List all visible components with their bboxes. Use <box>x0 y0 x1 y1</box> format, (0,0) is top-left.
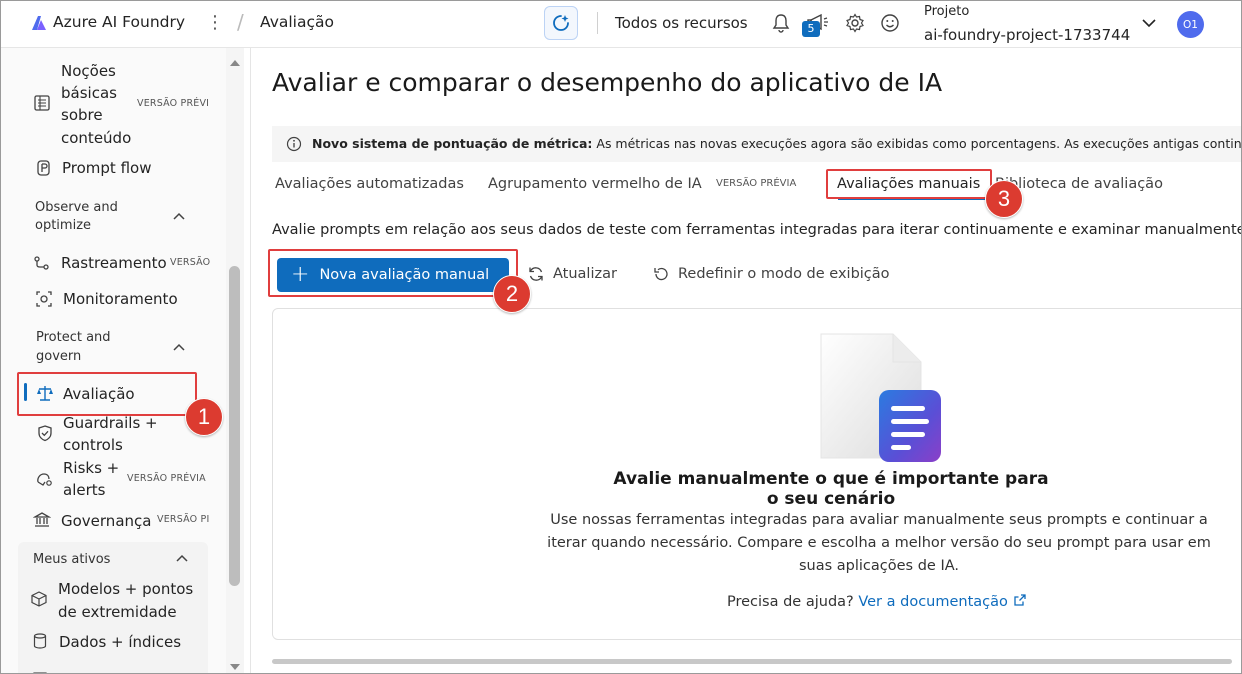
governance-icon <box>33 512 51 527</box>
group-title: optimize <box>35 218 92 233</box>
document-illustration-icon <box>820 333 941 462</box>
highlight-evaluation-nav <box>17 372 197 416</box>
sidebar-item-label: Modelos + pontos <box>58 580 194 598</box>
preview-badge: VERSÃO PRÉVI <box>137 98 210 109</box>
risk-icon <box>37 473 52 486</box>
copilot-icon <box>553 15 569 31</box>
sidebar-item-label: Prompt flow <box>62 159 152 177</box>
chevron-up-icon[interactable] <box>171 339 187 355</box>
scroll-up-arrow-icon[interactable] <box>230 60 240 66</box>
sidebar-item-label: Risks + <box>63 459 120 477</box>
project-name[interactable]: ai-foundry-project-1733744 <box>924 26 1130 44</box>
sidebar-scroll-thumb[interactable] <box>229 266 240 586</box>
page-title: Avaliar e comparar o desempenho do aplic… <box>272 68 943 97</box>
info-banner-body: As métricas nas novas execuções agora sã… <box>592 136 1242 151</box>
sidebar-item-label: controls <box>63 436 123 454</box>
chevron-down-icon[interactable] <box>1140 14 1158 32</box>
step-marker-2: 2 <box>493 275 531 313</box>
brand-name[interactable]: Azure AI Foundry <box>53 13 185 31</box>
group-title: Meus ativos <box>33 552 111 567</box>
help-line: Precisa de ajuda? Ver a documentação <box>727 593 1027 610</box>
sidebar-item-label: Dados + índices <box>59 633 182 651</box>
tracing-icon <box>34 256 49 270</box>
azure-ai-foundry-logo-icon[interactable] <box>30 14 48 32</box>
empty-state-title: Avalie manualmente o que é importante pa… <box>613 469 1049 509</box>
step-marker-3: 3 <box>985 180 1023 218</box>
empty-state-body: Use nossas ferramentas integradas para a… <box>547 512 1211 574</box>
preview-badge: VERSÃO PRÉVIA <box>127 473 206 484</box>
cropped-icon <box>33 672 47 674</box>
sidebar-item-label: Noções <box>61 62 116 80</box>
page-description: Avalie prompts em relação aos seus dados… <box>272 222 1242 238</box>
info-icon <box>286 136 302 152</box>
all-resources-link[interactable]: Todos os recursos <box>615 14 748 32</box>
step-marker-1: 1 <box>185 398 223 436</box>
feedback-smiley-icon[interactable] <box>879 12 901 34</box>
sidebar-item-label: de extremidade <box>58 603 177 621</box>
sidebar-item-label: alerts <box>63 481 106 499</box>
cube-icon <box>31 591 47 607</box>
scroll-down-arrow-icon[interactable] <box>230 664 240 670</box>
breadcrumb-separator: / <box>237 10 244 34</box>
preview-badge: VERSÃO PRÉVIA <box>716 178 797 189</box>
monitor-icon <box>36 291 52 307</box>
help-text: Precisa de ajuda? <box>727 594 854 610</box>
sidebar-item-label: Governança <box>61 512 152 530</box>
top-bar: Azure AI Foundry ⋮ / Avaliação Todos os … <box>0 0 1242 48</box>
main-content: Avaliar e comparar o desempenho do aplic… <box>250 48 1242 674</box>
chevron-up-icon[interactable] <box>174 550 190 566</box>
sidebar-item-label: Guardrails + <box>63 414 158 432</box>
group-title: Protect and <box>36 330 111 345</box>
reset-view-button[interactable]: Redefinir o modo de exibição <box>678 266 890 282</box>
sidebar-item-label: conteúdo <box>61 129 132 147</box>
preview-badge: VERSÃO <box>170 257 211 268</box>
bell-icon[interactable] <box>770 12 792 34</box>
sidebar-item-label: sobre <box>61 106 103 124</box>
external-link-icon[interactable] <box>1013 593 1027 607</box>
more-options-icon[interactable]: ⋮ <box>206 12 224 33</box>
info-banner: Novo sistema de pontuação de métrica: As… <box>272 126 1242 162</box>
notification-count-badge: 5 <box>802 21 820 37</box>
group-title: Observe and <box>35 200 118 215</box>
breadcrumb-current[interactable]: Avaliação <box>260 13 334 31</box>
project-label: Projeto <box>924 4 970 19</box>
info-banner-text: Novo sistema de pontuação de métrica: As… <box>312 136 1242 151</box>
gear-icon[interactable] <box>845 12 865 34</box>
group-title: govern <box>36 349 82 364</box>
highlight-manual-tab <box>826 169 992 199</box>
cropped-icon <box>40 48 70 50</box>
tab-ai-red-teaming[interactable]: Agrupamento vermelho de IA <box>488 176 702 192</box>
refresh-button[interactable]: Atualizar <box>553 266 617 282</box>
chevron-up-icon[interactable] <box>171 208 187 224</box>
toolbar-divider <box>597 12 598 34</box>
tab-automated-evaluations[interactable]: Avaliações automatizadas <box>275 176 464 192</box>
list-icon <box>34 95 50 111</box>
copilot-button[interactable] <box>544 6 578 40</box>
preview-badge: VERSÃO PI <box>157 514 210 525</box>
sidebar-item-label: Monitoramento <box>63 290 178 308</box>
avatar[interactable]: O1 <box>1177 11 1204 38</box>
database-icon <box>33 633 47 649</box>
flow-icon <box>37 160 50 176</box>
info-banner-bold: Novo sistema de pontuação de métrica: <box>312 136 593 151</box>
refresh-icon[interactable] <box>527 265 545 283</box>
documentation-link[interactable]: Ver a documentação <box>858 594 1008 610</box>
sidebar-item-label: básicas <box>61 84 117 102</box>
shield-icon <box>38 425 52 442</box>
sidebar-item-cropped <box>40 48 70 52</box>
horizontal-scrollbar[interactable] <box>272 659 1232 664</box>
sidebar-item-cropped-bottom <box>32 666 182 674</box>
sidebar-nav: Noções básicas sobre conteúdo VERSÃO PRÉ… <box>0 48 226 674</box>
reset-view-icon[interactable] <box>652 265 670 283</box>
sidebar-item-label: Rastreamento <box>61 254 167 272</box>
highlight-new-manual-button <box>268 249 518 297</box>
